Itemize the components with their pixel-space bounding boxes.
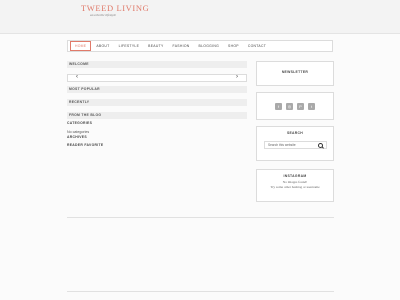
search-title: SEARCH	[286, 131, 304, 135]
newsletter-title: NEWSLETTER	[281, 70, 309, 74]
nav-item-blogging[interactable]: BLOGGING	[195, 42, 224, 50]
facebook-icon[interactable]: f	[275, 103, 282, 110]
featured-slider[interactable]: ‹ ›	[67, 74, 247, 82]
nav-item-about[interactable]: ABOUT	[92, 42, 113, 50]
nav-item-fashion[interactable]: FASHION	[169, 42, 194, 50]
footer-divider	[67, 291, 334, 292]
main-content: WELCOME ‹ › MOST POPULAR RECENTLY FROM T…	[67, 61, 247, 148]
instagram-widget: INSTAGRAM No images found! Try some othe…	[256, 169, 334, 202]
site-logo[interactable]: TWEED LIVING an eclectic lifestyle	[81, 4, 149, 18]
slider-next-icon[interactable]: ›	[236, 74, 238, 81]
social-widget: f ◎ P t	[256, 92, 334, 120]
nav-item-contact[interactable]: CONTACT	[244, 42, 270, 50]
content-divider	[67, 217, 334, 218]
reader-favorite-heading: READER FAVORITE	[67, 143, 104, 147]
search-widget: SEARCH Search this website	[256, 126, 334, 161]
slider-prev-icon[interactable]: ‹	[76, 74, 78, 81]
top-header-bar: TWEED LIVING an eclectic lifestyle	[0, 0, 400, 34]
recently-heading: RECENTLY	[67, 99, 247, 106]
site-tagline: an eclectic lifestyle	[90, 13, 116, 17]
search-placeholder: Search this website	[268, 143, 296, 147]
search-icon[interactable]	[318, 143, 323, 148]
twitter-icon[interactable]: t	[308, 103, 315, 110]
welcome-heading: WELCOME	[67, 61, 247, 68]
from-the-blog-heading: FROM THE BLOG	[67, 112, 247, 119]
instagram-icon[interactable]: ◎	[286, 103, 293, 110]
main-navigation: HOME ABOUT LIFESTYLE BEAUTY FASHION BLOG…	[67, 40, 333, 52]
nav-item-lifestyle[interactable]: LIFESTYLE	[115, 42, 144, 50]
nav-item-home[interactable]: HOME	[70, 41, 92, 51]
instagram-hint-text: Try some other hashtag or username	[270, 185, 320, 189]
site-title[interactable]: TWEED LIVING	[81, 4, 149, 13]
search-input[interactable]: Search this website	[264, 141, 327, 149]
most-popular-heading: MOST POPULAR	[67, 86, 247, 93]
pinterest-icon[interactable]: P	[297, 103, 304, 110]
nav-item-shop[interactable]: SHOP	[224, 42, 243, 50]
sidebar: NEWSLETTER f ◎ P t SEARCH Search this we…	[256, 61, 334, 202]
newsletter-widget: NEWSLETTER	[256, 61, 334, 86]
nav-item-beauty[interactable]: BEAUTY	[144, 42, 167, 50]
